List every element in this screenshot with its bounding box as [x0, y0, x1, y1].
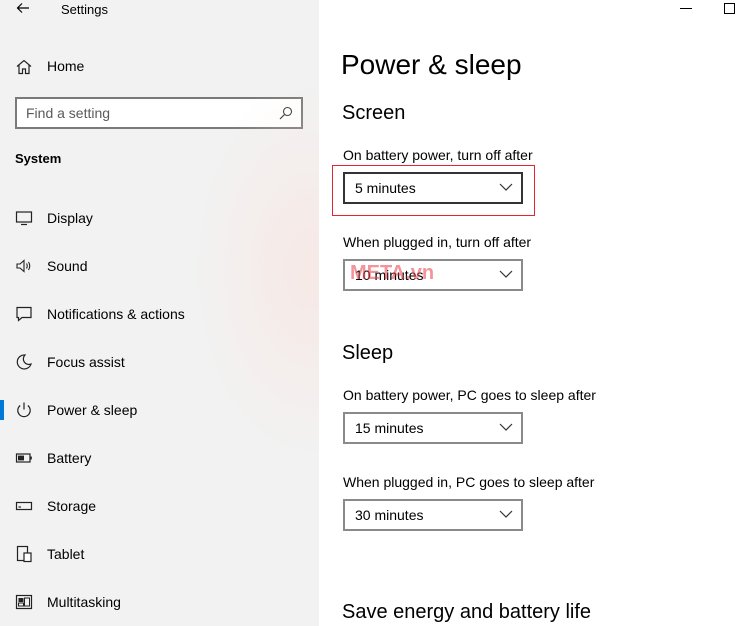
chevron-down-icon — [499, 183, 513, 191]
sleep-plugged-label: When plugged in, PC goes to sleep after — [343, 474, 595, 490]
notifications-icon — [16, 306, 32, 322]
back-button[interactable] — [11, 0, 35, 18]
home-icon — [16, 59, 32, 75]
screen-battery-dropdown[interactable]: 5 minutes — [343, 172, 523, 204]
sidebar-item-multitasking[interactable]: Multitasking — [0, 582, 319, 622]
sidebar-item-label: Multitasking — [47, 594, 121, 610]
sleep-battery-label: On battery power, PC goes to sleep after — [343, 387, 596, 403]
sidebar-item-label: Display — [47, 210, 93, 226]
sidebar-item-display[interactable]: Display — [0, 198, 319, 238]
sidebar-item-storage[interactable]: Storage — [0, 486, 319, 526]
sidebar: Settings Home System Display Sound — [0, 0, 319, 626]
app-title: Settings — [61, 2, 108, 17]
minimize-button[interactable] — [680, 8, 692, 9]
search-input[interactable] — [26, 104, 266, 122]
tablet-icon — [16, 545, 32, 563]
sidebar-item-focus-assist[interactable]: Focus assist — [0, 342, 319, 382]
dropdown-value: 5 minutes — [355, 180, 416, 196]
active-indicator — [0, 400, 4, 420]
dropdown-value: 30 minutes — [355, 507, 424, 523]
chevron-down-icon — [499, 423, 513, 431]
back-arrow-icon — [16, 3, 29, 13]
display-icon — [15, 211, 33, 226]
sidebar-item-battery[interactable]: Battery — [0, 438, 319, 478]
sidebar-item-label: Power & sleep — [47, 402, 138, 418]
home-nav-item[interactable]: Home — [0, 52, 319, 82]
page-title: Power & sleep — [341, 49, 522, 80]
sidebar-item-label: Notifications & actions — [47, 306, 185, 322]
sidebar-item-label: Storage — [47, 498, 97, 514]
sidebar-item-label: Tablet — [47, 546, 85, 562]
maximize-button[interactable] — [724, 3, 735, 14]
battery-icon — [15, 453, 32, 463]
sidebar-item-tablet[interactable]: Tablet — [0, 534, 319, 574]
section-label-system: System — [15, 151, 62, 166]
sidebar-item-label: Sound — [47, 258, 88, 274]
sleep-heading: Sleep — [342, 342, 394, 364]
dropdown-value: 15 minutes — [355, 420, 424, 436]
sound-icon — [16, 259, 31, 273]
screen-heading: Screen — [342, 102, 406, 124]
save-energy-heading: Save energy and battery life — [342, 601, 592, 623]
focus-assist-icon — [16, 354, 32, 370]
sleep-battery-dropdown[interactable]: 15 minutes — [343, 412, 523, 444]
home-label: Home — [47, 58, 85, 74]
main-panel: Power & sleep Screen On battery power, t… — [319, 0, 752, 626]
power-icon — [17, 402, 31, 418]
search-box[interactable] — [15, 97, 303, 129]
search-icon — [279, 106, 293, 120]
multitasking-icon — [15, 594, 33, 610]
screen-battery-label: On battery power, turn off after — [343, 147, 533, 163]
title-bar: Settings — [0, 0, 319, 22]
watermark-logo: META.vn — [350, 262, 435, 284]
screen-plugged-label: When plugged in, turn off after — [343, 234, 532, 250]
storage-icon — [15, 501, 33, 511]
chevron-down-icon — [499, 270, 513, 278]
sidebar-item-notifications[interactable]: Notifications & actions — [0, 294, 319, 334]
chevron-down-icon — [499, 510, 513, 518]
sidebar-item-sound[interactable]: Sound — [0, 246, 319, 286]
sidebar-item-label: Battery — [47, 450, 92, 466]
sleep-plugged-dropdown[interactable]: 30 minutes — [343, 499, 523, 531]
sidebar-item-label: Focus assist — [47, 354, 125, 370]
sidebar-item-power-sleep[interactable]: Power & sleep — [0, 390, 319, 430]
